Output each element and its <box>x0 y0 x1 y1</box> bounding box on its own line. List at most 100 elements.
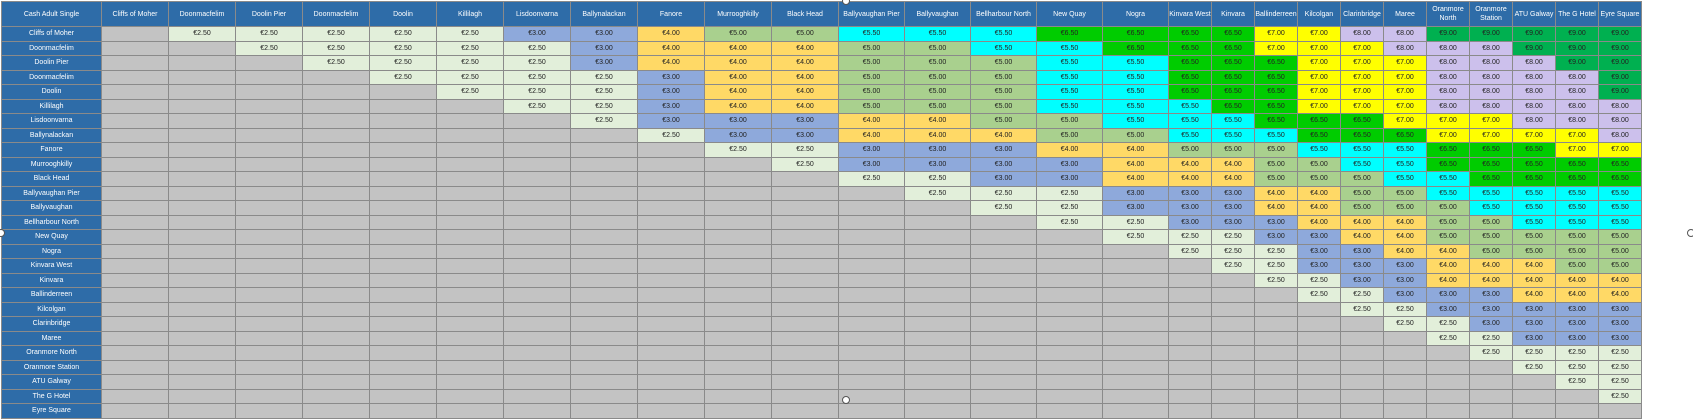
empty-cell[interactable] <box>771 374 839 390</box>
fare-cell[interactable]: €5.50 <box>970 40 1037 56</box>
empty-cell[interactable] <box>302 258 370 274</box>
fare-cell[interactable]: €5.00 <box>1340 185 1384 201</box>
fare-cell[interactable]: €2.50 <box>436 26 504 42</box>
empty-cell[interactable] <box>838 258 905 274</box>
fare-cell[interactable]: €9.00 <box>1555 40 1599 56</box>
empty-cell[interactable] <box>369 258 437 274</box>
empty-cell[interactable] <box>1297 330 1341 346</box>
fare-cell[interactable]: €7.00 <box>1383 69 1427 85</box>
column-header[interactable]: Eyre Square <box>1598 1 1642 27</box>
fare-cell[interactable]: €5.00 <box>1036 113 1103 129</box>
row-header[interactable]: Oranmore Station <box>1 359 102 375</box>
empty-cell[interactable] <box>101 243 169 259</box>
empty-cell[interactable] <box>904 301 971 317</box>
fare-cell[interactable]: €7.00 <box>1469 113 1513 129</box>
fare-cell[interactable]: €5.00 <box>1297 156 1341 172</box>
fare-cell[interactable]: €6.50 <box>1168 55 1212 71</box>
fare-cell[interactable]: €2.50 <box>570 98 638 114</box>
fare-cell[interactable]: €5.50 <box>1383 142 1427 158</box>
empty-cell[interactable] <box>1168 301 1212 317</box>
fare-cell[interactable]: €2.50 <box>369 40 437 56</box>
fare-cell[interactable]: €8.00 <box>1340 26 1384 42</box>
fare-cell[interactable]: €5.50 <box>1469 185 1513 201</box>
empty-cell[interactable] <box>168 69 236 85</box>
fare-cell[interactable]: €4.00 <box>704 98 772 114</box>
fare-cell[interactable]: €5.50 <box>1211 127 1255 143</box>
empty-cell[interactable] <box>369 316 437 332</box>
empty-cell[interactable] <box>436 330 504 346</box>
fare-cell[interactable]: €9.00 <box>1598 84 1642 100</box>
empty-cell[interactable] <box>436 272 504 288</box>
empty-cell[interactable] <box>1168 388 1212 404</box>
empty-cell[interactable] <box>838 185 905 201</box>
fare-cell[interactable]: €8.00 <box>1598 127 1642 143</box>
empty-cell[interactable] <box>369 301 437 317</box>
empty-cell[interactable] <box>704 272 772 288</box>
fare-cell[interactable]: €4.00 <box>637 55 705 71</box>
column-header[interactable]: ATU Galway <box>1512 1 1556 27</box>
empty-cell[interactable] <box>637 200 705 216</box>
empty-cell[interactable] <box>101 185 169 201</box>
row-header[interactable]: Oranmore North <box>1 345 102 361</box>
fare-cell[interactable]: €6.50 <box>1555 156 1599 172</box>
fare-cell[interactable]: €9.00 <box>1598 40 1642 56</box>
row-header[interactable]: Ballyvaughan <box>1 200 102 216</box>
fare-cell[interactable]: €4.00 <box>771 84 839 100</box>
empty-cell[interactable] <box>838 214 905 230</box>
empty-cell[interactable] <box>637 156 705 172</box>
empty-cell[interactable] <box>436 374 504 390</box>
fare-cell[interactable]: €3.00 <box>1340 258 1384 274</box>
fare-cell[interactable]: €2.50 <box>1036 200 1103 216</box>
empty-cell[interactable] <box>570 345 638 361</box>
fare-cell[interactable]: €9.00 <box>1598 26 1642 42</box>
empty-cell[interactable] <box>235 403 303 419</box>
fare-cell[interactable]: €2.50 <box>1102 214 1169 230</box>
fare-cell[interactable]: €3.00 <box>1211 214 1255 230</box>
fare-cell[interactable]: €8.00 <box>1469 55 1513 71</box>
fare-cell[interactable]: €8.00 <box>1426 69 1470 85</box>
empty-cell[interactable] <box>838 229 905 245</box>
empty-cell[interactable] <box>1211 301 1255 317</box>
empty-cell[interactable] <box>970 388 1037 404</box>
empty-cell[interactable] <box>904 345 971 361</box>
empty-cell[interactable] <box>235 388 303 404</box>
empty-cell[interactable] <box>771 258 839 274</box>
fare-cell[interactable]: €8.00 <box>1426 40 1470 56</box>
fare-cell[interactable]: €2.50 <box>1340 287 1384 303</box>
empty-cell[interactable] <box>970 359 1037 375</box>
empty-cell[interactable] <box>637 345 705 361</box>
fare-cell[interactable]: €6.50 <box>1555 171 1599 187</box>
fare-cell[interactable]: €5.00 <box>1383 200 1427 216</box>
empty-cell[interactable] <box>838 330 905 346</box>
fare-cell[interactable]: €7.00 <box>1598 142 1642 158</box>
empty-cell[interactable] <box>436 359 504 375</box>
column-header[interactable]: Nogra <box>1102 1 1169 27</box>
empty-cell[interactable] <box>235 200 303 216</box>
fare-cell[interactable]: €5.00 <box>904 98 971 114</box>
empty-cell[interactable] <box>101 330 169 346</box>
fare-cell[interactable]: €8.00 <box>1555 113 1599 129</box>
empty-cell[interactable] <box>1469 388 1513 404</box>
fare-cell[interactable]: €5.00 <box>1036 127 1103 143</box>
column-header[interactable]: Maree <box>1383 1 1427 27</box>
fare-cell[interactable]: €3.00 <box>838 156 905 172</box>
empty-cell[interactable] <box>503 388 571 404</box>
empty-cell[interactable] <box>436 127 504 143</box>
fare-cell[interactable]: €3.00 <box>1168 185 1212 201</box>
empty-cell[interactable] <box>1383 359 1427 375</box>
empty-cell[interactable] <box>503 243 571 259</box>
fare-cell[interactable]: €3.00 <box>704 113 772 129</box>
empty-cell[interactable] <box>1168 359 1212 375</box>
empty-cell[interactable] <box>904 229 971 245</box>
empty-cell[interactable] <box>704 330 772 346</box>
fare-cell[interactable]: €2.50 <box>1469 345 1513 361</box>
empty-cell[interactable] <box>302 301 370 317</box>
empty-cell[interactable] <box>302 69 370 85</box>
empty-cell[interactable] <box>235 345 303 361</box>
fare-cell[interactable]: €3.00 <box>1512 301 1556 317</box>
empty-cell[interactable] <box>637 142 705 158</box>
fare-cell[interactable]: €5.00 <box>1469 229 1513 245</box>
empty-cell[interactable] <box>302 229 370 245</box>
empty-cell[interactable] <box>436 301 504 317</box>
empty-cell[interactable] <box>302 156 370 172</box>
